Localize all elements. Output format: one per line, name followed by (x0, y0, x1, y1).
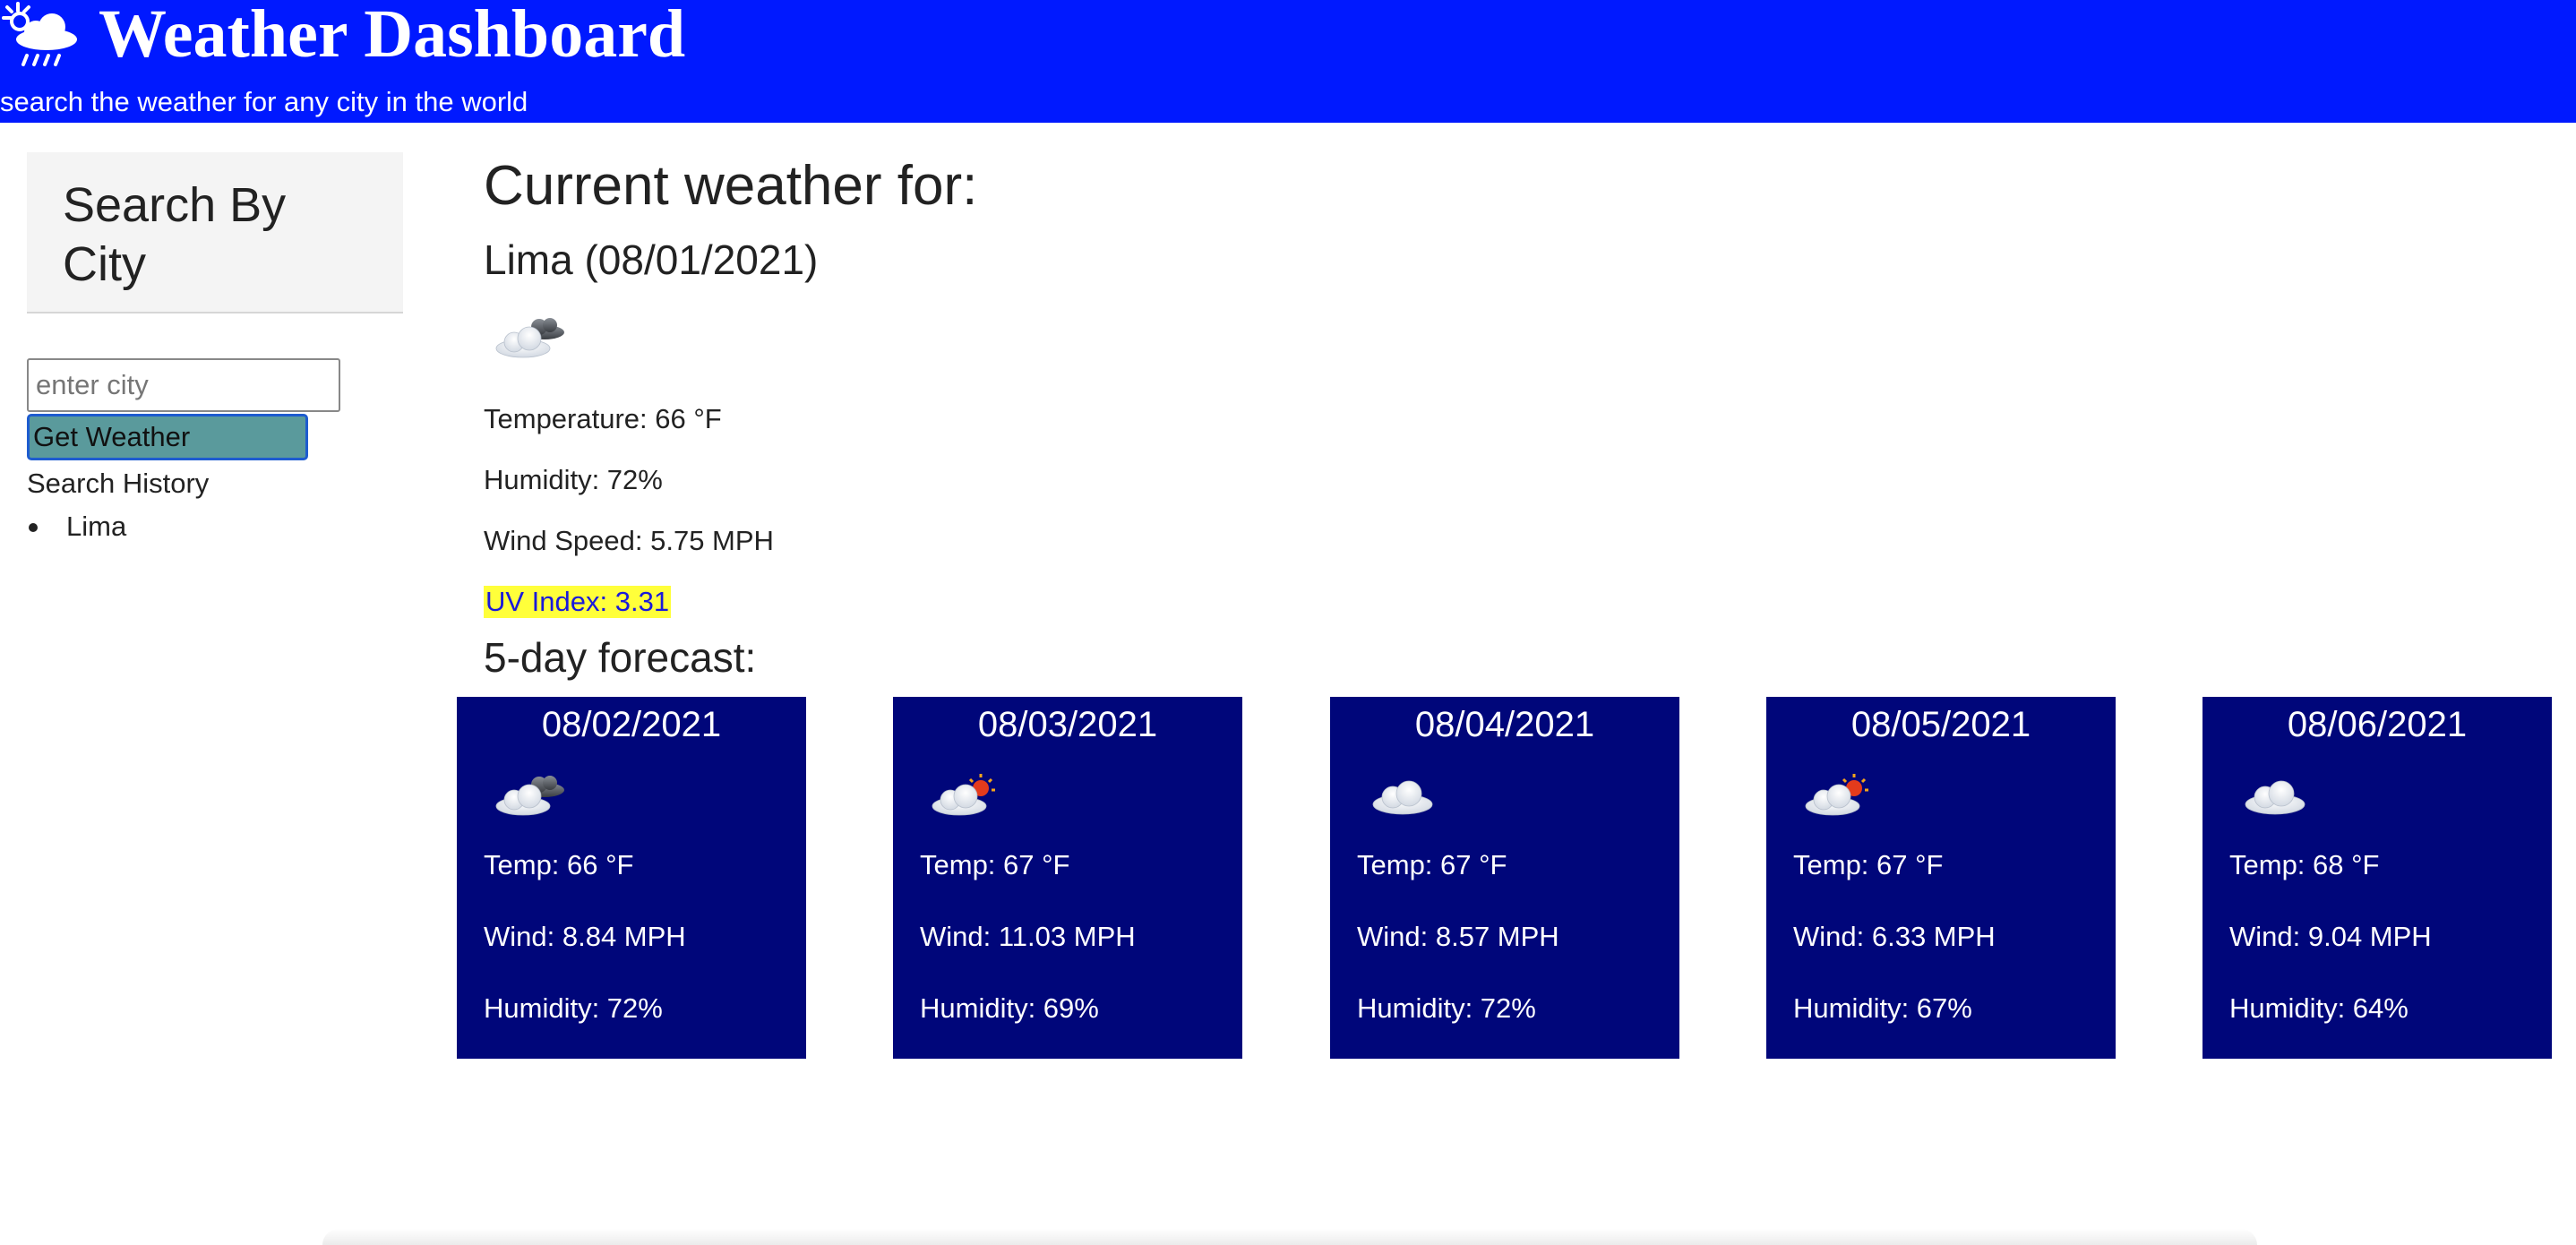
header: Weather Dashboard search the weather for… (0, 0, 2576, 123)
forecast-temp: Temp: 66 °F (484, 849, 634, 880)
page-bottom-shadow (322, 1229, 2257, 1245)
search-panel: Search By City (27, 152, 403, 313)
forecast-card: 08/03/2021 Temp: 67 °F Wind: 11.03 MPH H… (893, 697, 1242, 1059)
forecast-temp: Temp: 67 °F (1793, 849, 1944, 880)
forecast-temp: Temp: 67 °F (1357, 849, 1507, 880)
forecast-wind: Wind: 8.84 MPH (484, 921, 686, 952)
forecast-heading: 5-day forecast: (484, 634, 757, 681)
cloud-icon (1362, 767, 1443, 820)
city-date: Lima (08/01/2021) (484, 236, 819, 283)
sun-cloud-rain-icon (2, 2, 77, 66)
history-item[interactable]: Lima (27, 511, 126, 543)
forecast-wind: Wind: 6.33 MPH (1793, 921, 1996, 952)
broken-clouds-icon (489, 767, 570, 820)
forecast-temp: Temp: 68 °F (2229, 849, 2380, 880)
forecast-date: 08/06/2021 (2287, 705, 2468, 744)
forecast-wind: Wind: 8.57 MPH (1357, 921, 1559, 952)
forecast-card: 08/04/2021 Temp: 67 °F Wind: 8.57 MPH Hu… (1330, 697, 1679, 1059)
search-history-title: Search History (27, 468, 210, 499)
page-title: Weather Dashboard (99, 0, 686, 72)
forecast-card: 08/06/2021 Temp: 68 °F Wind: 9.04 MPH Hu… (2202, 697, 2552, 1059)
get-weather-button[interactable]: Get Weather (27, 414, 308, 460)
forecast-humidity: Humidity: 67% (1793, 992, 1972, 1024)
forecast-wind: Wind: 9.04 MPH (2229, 921, 2432, 952)
current-weather-heading: Current weather for: (484, 155, 978, 217)
page-subtitle: search the weather for any city in the w… (0, 86, 528, 117)
city-search-input[interactable] (27, 358, 340, 412)
forecast-date: 08/05/2021 (1850, 705, 2031, 744)
sun-cloud-icon (925, 767, 1006, 820)
forecast-humidity: Humidity: 69% (920, 992, 1099, 1024)
search-heading: Search By City (63, 178, 287, 291)
forecast-date: 08/03/2021 (977, 705, 1158, 744)
current-wind-speed: Wind Speed: 5.75 MPH (484, 525, 774, 556)
uv-index-badge: UV Index: 3.31 (484, 586, 672, 618)
sun-cloud-icon (1799, 767, 1879, 820)
broken-clouds-icon (489, 309, 570, 363)
current-humidity: Humidity: 72% (484, 464, 663, 495)
current-temperature: Temperature: 66 °F (484, 403, 722, 434)
forecast-card: 08/02/2021 Temp: 66 °F Wind: 8.84 MPH Hu… (457, 697, 806, 1059)
forecast-date: 08/04/2021 (1414, 705, 1595, 744)
forecast-wind: Wind: 11.03 MPH (920, 921, 1136, 952)
cloud-icon (2235, 767, 2315, 820)
forecast-date: 08/02/2021 (541, 705, 722, 744)
forecast-humidity: Humidity: 72% (1357, 992, 1536, 1024)
forecast-humidity: Humidity: 64% (2229, 992, 2409, 1024)
forecast-temp: Temp: 67 °F (920, 849, 1070, 880)
forecast-card: 08/05/2021 Temp: 67 °F Wind: 6.33 MPH Hu… (1766, 697, 2116, 1059)
search-history-list: Lima (27, 511, 126, 543)
forecast-humidity: Humidity: 72% (484, 992, 663, 1024)
